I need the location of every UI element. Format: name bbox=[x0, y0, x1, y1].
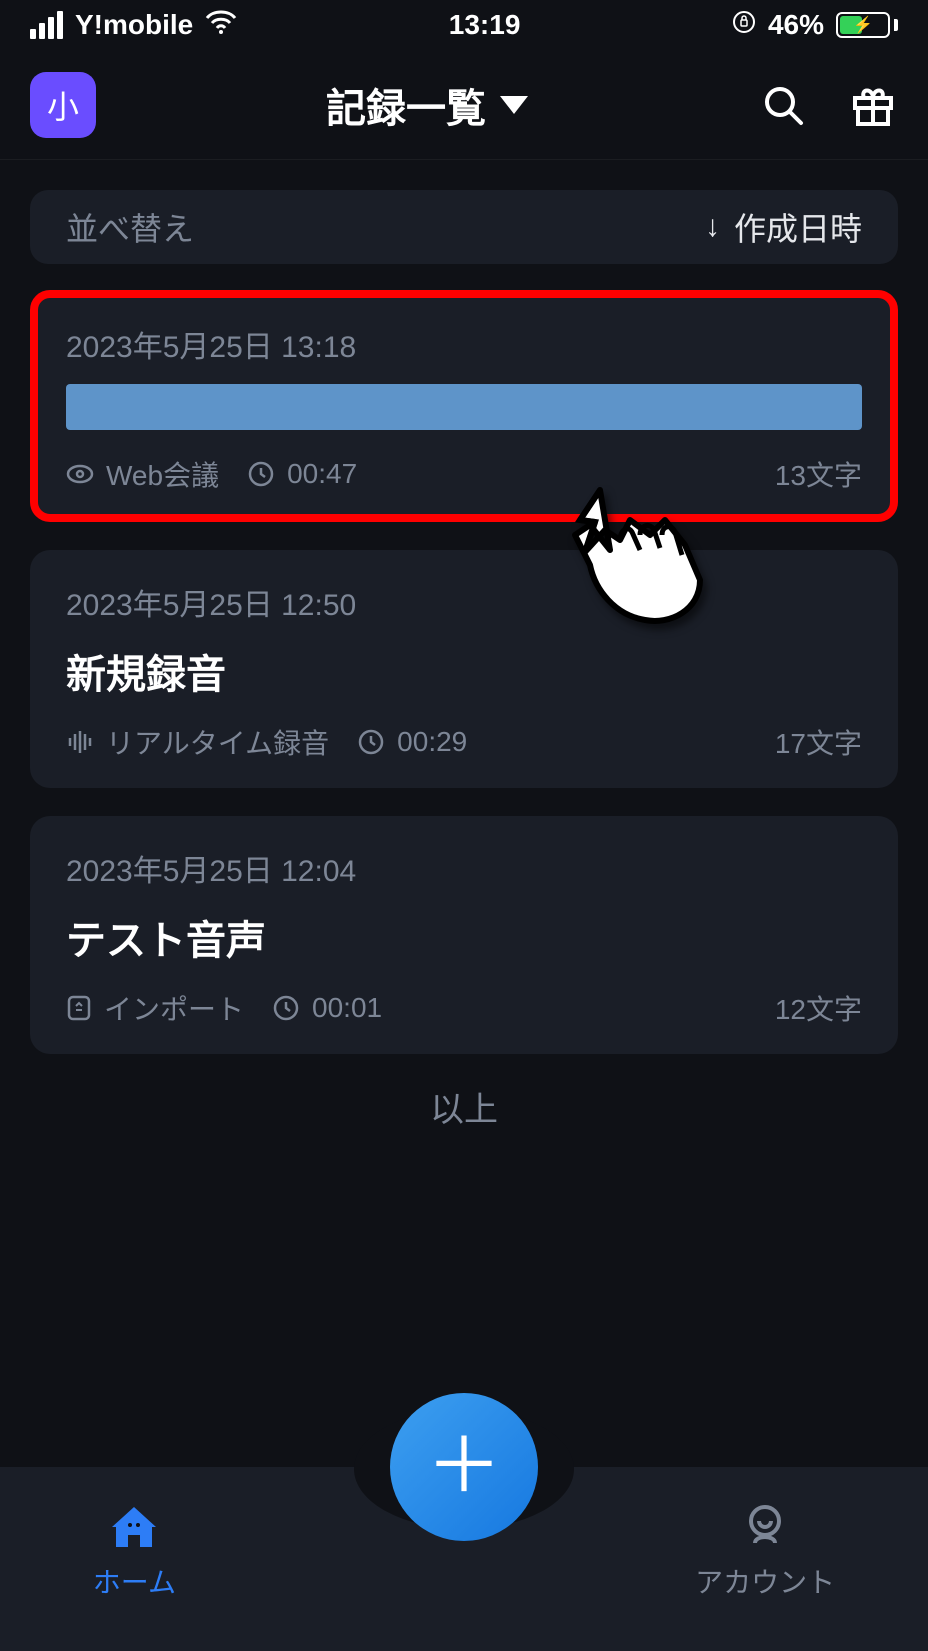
search-icon bbox=[761, 83, 805, 127]
web-meeting-icon bbox=[66, 460, 94, 488]
record-meta: Web会議 00:47 13文字 bbox=[66, 454, 862, 494]
clock-icon bbox=[357, 728, 385, 756]
clock-icon bbox=[272, 994, 300, 1022]
record-title: テスト音声 bbox=[66, 908, 862, 966]
avatar[interactable]: 小 bbox=[30, 72, 96, 138]
status-right: 46% ⚡ bbox=[732, 9, 898, 41]
plus-icon: ＋ bbox=[426, 1429, 502, 1505]
clock: 13:19 bbox=[449, 9, 521, 41]
content-area: 並べ替え ↓ 作成日時 2023年5月25日 13:18 Web会議 00:47… bbox=[0, 160, 928, 1131]
record-duration: 00:47 bbox=[247, 458, 357, 490]
sort-value: 作成日時 bbox=[734, 204, 862, 250]
avatar-label: 小 bbox=[47, 82, 79, 128]
record-date: 2023年5月25日 13:18 bbox=[66, 322, 862, 366]
sort-label: 並べ替え bbox=[66, 204, 194, 250]
record-meta: インポート 00:01 12文字 bbox=[66, 988, 862, 1028]
account-icon bbox=[741, 1503, 789, 1551]
sort-value-group: ↓ 作成日時 bbox=[705, 204, 862, 250]
page-title: 記録一覧 bbox=[326, 76, 486, 134]
record-date: 2023年5月25日 12:50 bbox=[66, 580, 862, 624]
header-actions bbox=[758, 80, 898, 130]
home-icon bbox=[108, 1505, 160, 1551]
record-card[interactable]: 2023年5月25日 13:18 Web会議 00:47 13文字 bbox=[30, 290, 898, 522]
record-card[interactable]: 2023年5月25日 12:50 新規録音 リアルタイム録音 00:29 17文… bbox=[30, 550, 898, 788]
record-source: インポート bbox=[66, 988, 244, 1028]
record-date: 2023年5月25日 12:04 bbox=[66, 846, 862, 890]
record-chars: 13文字 bbox=[775, 454, 862, 494]
page-title-dropdown[interactable]: 記録一覧 bbox=[326, 76, 528, 134]
sort-bar[interactable]: 並べ替え ↓ 作成日時 bbox=[30, 190, 898, 264]
app-header: 小 記録一覧 bbox=[0, 50, 928, 160]
nav-account[interactable]: アカウント bbox=[695, 1503, 835, 1601]
nav-home[interactable]: ホーム bbox=[93, 1505, 176, 1601]
bottom-nav: ホーム アカウント ＋ bbox=[0, 1467, 928, 1651]
signal-icon bbox=[30, 11, 63, 39]
record-source: Web会議 bbox=[66, 454, 219, 494]
record-title: 新規録音 bbox=[66, 642, 862, 700]
battery-icon: ⚡ bbox=[836, 12, 898, 38]
battery-percent: 46% bbox=[768, 9, 824, 41]
carrier-label: Y!mobile bbox=[75, 9, 193, 41]
record-source: リアルタイム録音 bbox=[66, 722, 329, 762]
record-duration: 00:01 bbox=[272, 992, 382, 1024]
nav-account-label: アカウント bbox=[695, 1561, 835, 1601]
search-button[interactable] bbox=[758, 80, 808, 130]
sort-direction-icon: ↓ bbox=[705, 210, 720, 244]
record-card[interactable]: 2023年5月25日 12:04 テスト音声 インポート 00:01 12文字 bbox=[30, 816, 898, 1054]
clock-icon bbox=[247, 460, 275, 488]
record-duration: 00:29 bbox=[357, 726, 467, 758]
record-meta: リアルタイム録音 00:29 17文字 bbox=[66, 722, 862, 762]
record-title-redacted bbox=[66, 384, 862, 430]
hand-cursor-icon bbox=[560, 480, 730, 630]
chevron-down-icon bbox=[500, 96, 528, 114]
gift-icon bbox=[850, 82, 896, 128]
gift-button[interactable] bbox=[848, 80, 898, 130]
record-chars: 17文字 bbox=[775, 722, 862, 762]
nav-home-label: ホーム bbox=[93, 1561, 176, 1601]
import-icon bbox=[66, 994, 92, 1022]
wifi-icon bbox=[205, 9, 237, 41]
list-end-label: 以上 bbox=[30, 1082, 898, 1131]
record-chars: 12文字 bbox=[775, 988, 862, 1028]
status-bar: Y!mobile 13:19 46% ⚡ bbox=[0, 0, 928, 50]
add-button[interactable]: ＋ bbox=[390, 1393, 538, 1541]
rotation-lock-icon bbox=[732, 10, 756, 40]
status-left: Y!mobile bbox=[30, 9, 237, 41]
waveform-icon bbox=[66, 728, 94, 756]
